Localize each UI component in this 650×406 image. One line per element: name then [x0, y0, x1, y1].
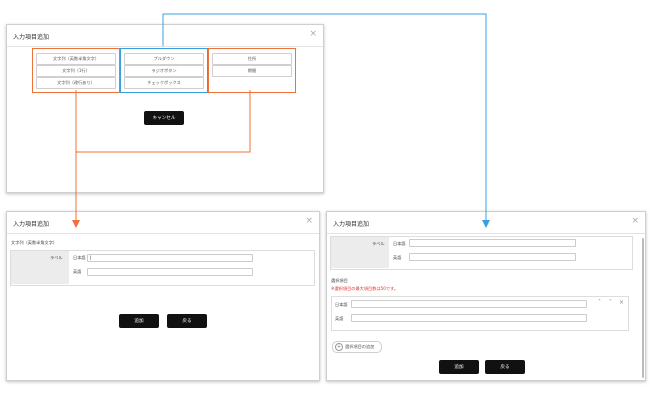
options-heading: 選択項目	[331, 278, 348, 283]
remove-icon[interactable]: ×	[619, 299, 624, 306]
en-input[interactable]	[409, 253, 576, 261]
title-divider	[327, 233, 645, 234]
en-label: 英語	[393, 255, 402, 260]
label-header: ラベル	[50, 255, 63, 260]
en-label: 英語	[73, 269, 82, 274]
option-en-label: 英語	[335, 316, 344, 321]
dialog-choice-field: 入力項目追加 × ラベル 日本語 英語 選択項目 ※選択項目の最大項目数は50で…	[326, 211, 646, 381]
option-en-input[interactable]	[351, 314, 587, 322]
option-ja-input[interactable]	[351, 300, 587, 308]
ja-input[interactable]: |	[87, 254, 253, 262]
pulldown-button[interactable]: プルダウン	[124, 53, 204, 65]
text-alnum-button[interactable]: 文字列（英数半角文字）	[36, 53, 116, 65]
en-input[interactable]	[87, 268, 253, 276]
checkbox-button[interactable]: チェックボックス	[124, 77, 204, 89]
plus-circle-icon: +	[335, 343, 343, 351]
close-icon[interactable]: ×	[309, 29, 317, 39]
add-button[interactable]: 追加	[119, 314, 159, 328]
close-icon[interactable]: ×	[631, 216, 639, 226]
title-divider	[7, 46, 323, 47]
dialog-select-field-type: 入力項目追加 × 文字列（英数半角文字） 文字列（1行） 文字列（改行あり） プ…	[6, 24, 324, 193]
text-multiline-button[interactable]: 文字列（改行あり）	[36, 77, 116, 89]
close-icon[interactable]: ×	[305, 216, 313, 226]
move-up-icon[interactable]: ˄	[598, 299, 601, 306]
back-button[interactable]: 戻る	[485, 360, 525, 374]
text-single-line-button[interactable]: 文字列（1行）	[36, 65, 116, 77]
radio-button-button[interactable]: ラジオボタン	[124, 65, 204, 77]
label-header: ラベル	[372, 241, 385, 246]
add-button[interactable]: 追加	[439, 360, 479, 374]
dialog-title: 入力項目追加	[13, 221, 50, 228]
ja-label: 日本語	[73, 255, 86, 260]
title-divider	[7, 233, 319, 234]
scrollbar[interactable]	[642, 238, 644, 378]
option-ja-label: 日本語	[335, 302, 348, 307]
dialog-text-field: 入力項目追加 × 文字列（英数半角文字） ラベル 日本語 | 英語 追加 戻る	[6, 211, 320, 381]
back-button[interactable]: 戻る	[167, 314, 207, 328]
period-button[interactable]: 期間	[212, 65, 292, 77]
options-note: ※選択項目の最大項目数は50です。	[331, 286, 399, 291]
move-down-icon[interactable]: ˅	[609, 299, 612, 306]
ja-label: 日本語	[393, 241, 406, 246]
dialog-title: 入力項目追加	[13, 34, 50, 41]
add-option-label: 選択項目の追加	[345, 344, 375, 349]
add-option-button[interactable]: + 選択項目の追加	[332, 341, 382, 353]
dialog-title: 入力項目追加	[333, 221, 370, 228]
section-label: 文字列（英数半角文字）	[11, 240, 58, 245]
ja-input[interactable]	[409, 239, 576, 247]
cancel-button[interactable]: キャンセル	[144, 111, 184, 125]
address-button[interactable]: 住所	[212, 53, 292, 65]
